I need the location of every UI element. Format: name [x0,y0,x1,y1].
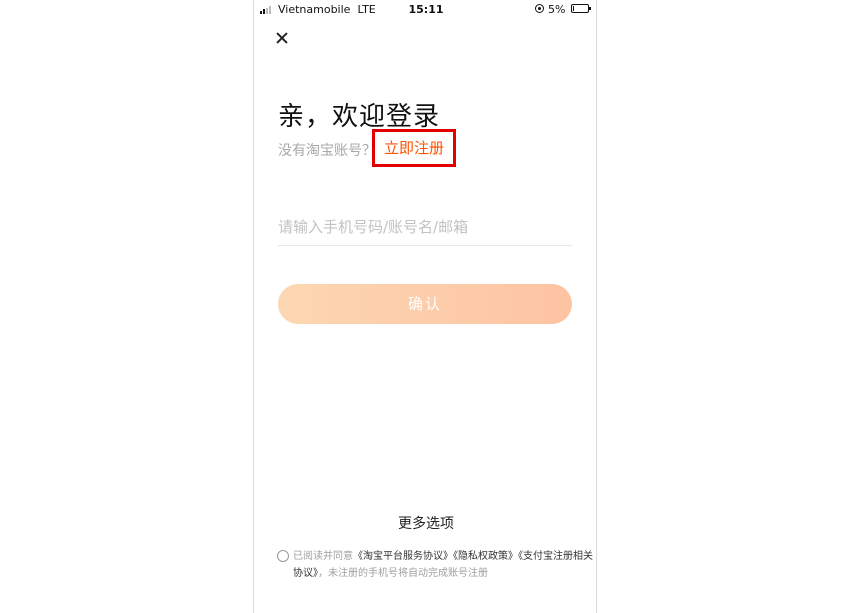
rotation-lock-icon [535,4,544,13]
confirm-button[interactable]: 确认 [278,284,572,324]
page-title: 亲，欢迎登录 [278,102,441,132]
agreement-radio[interactable] [277,550,289,562]
no-account-text: 没有淘宝账号？ [278,143,376,159]
phone-screen: Vietnamobile LTE 15:11 5% 亲，欢迎登录 没有淘宝账号？… [253,0,597,613]
agreement-suffix: ，未注册的手机号将自动完成账号注册 [318,568,488,579]
battery-percent: 5% [548,3,566,16]
agreement-prefix: 已阅读并同意 [293,551,353,562]
battery-icon [571,4,591,13]
more-options-button[interactable]: 更多选项 [254,513,596,533]
account-input[interactable] [278,209,572,246]
status-time: 15:11 [408,3,444,16]
agreement-text: 已阅读并同意《淘宝平台服务协议》《隐私权政策》《支付宝注册相关协议》，未注册的手… [293,548,593,582]
close-icon[interactable] [272,28,292,48]
service-agreement-link[interactable]: 《淘宝平台服务协议》 [353,551,453,562]
privacy-policy-link[interactable]: 《隐私权政策》 [453,551,518,562]
register-link[interactable]: 立即注册 [372,129,456,167]
status-bar: Vietnamobile LTE 15:11 5% [254,0,596,20]
